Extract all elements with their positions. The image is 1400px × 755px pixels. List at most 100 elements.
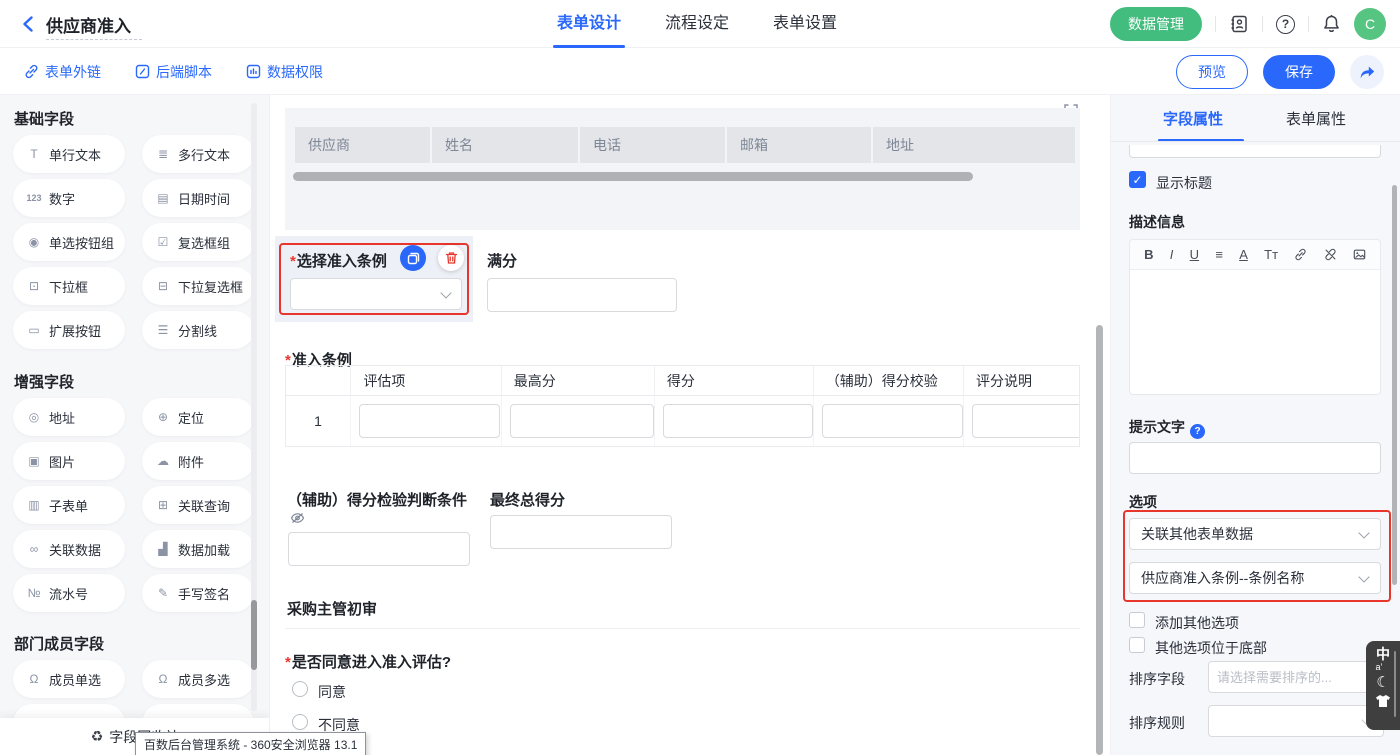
sidebar-scrollbar-thumb[interactable] xyxy=(251,600,257,670)
rule-check-input[interactable] xyxy=(822,404,963,438)
chevron-down-icon xyxy=(1358,571,1369,582)
field-image[interactable]: ▣图片 xyxy=(13,442,125,480)
canvas-vertical-scrollbar[interactable] xyxy=(1096,325,1103,755)
contacts-book-icon[interactable] xyxy=(1229,14,1249,34)
option-source-dropdown[interactable]: 关联其他表单数据 xyxy=(1129,518,1381,550)
divider xyxy=(1308,16,1309,32)
copy-field-button[interactable] xyxy=(400,245,426,271)
select-rule-dropdown[interactable] xyxy=(290,278,462,310)
notification-bell-icon[interactable] xyxy=(1322,14,1341,34)
add-other-option-checkbox[interactable] xyxy=(1129,612,1145,628)
night-mode-moon-icon[interactable]: ☾ xyxy=(1376,674,1389,692)
field-extend-button[interactable]: ▭扩展按钮 xyxy=(13,311,125,349)
field-dropdown-multi[interactable]: ⊟下拉复选框 xyxy=(142,267,254,305)
insert-link-icon[interactable] xyxy=(1294,248,1307,261)
italic-icon[interactable]: I xyxy=(1170,248,1174,261)
radio-disagree[interactable] xyxy=(292,714,308,730)
backend-script-link[interactable]: 后端脚本 xyxy=(135,62,212,82)
rule-col-item: 评估项 xyxy=(351,366,501,395)
delete-field-button[interactable] xyxy=(438,245,464,271)
field-single-line-text[interactable]: T单行文本 xyxy=(13,135,125,173)
bold-icon[interactable]: B xyxy=(1144,248,1153,261)
share-button[interactable] xyxy=(1350,55,1384,89)
row-number: 1 xyxy=(286,396,350,447)
field-attachment[interactable]: ☁附件 xyxy=(142,442,254,480)
form-canvas: 供应商 姓名 电话 邮箱 地址 选择准入条例 满分 准入条例 xyxy=(270,95,1110,755)
description-label: 描述信息 xyxy=(1129,212,1185,232)
field-multi-line-text[interactable]: ≣多行文本 xyxy=(142,135,254,173)
radio-agree[interactable] xyxy=(292,681,308,697)
translate-latin-icon[interactable]: a’ xyxy=(1375,663,1382,672)
font-size-icon[interactable]: Tт xyxy=(1264,248,1278,261)
divider xyxy=(1262,16,1263,32)
add-other-option-label: 添加其他选项 xyxy=(1155,613,1239,633)
hint-text-label: 提示文字? xyxy=(1129,417,1205,439)
rule-item-input[interactable] xyxy=(359,404,500,438)
field-data-load[interactable]: ▟数据加载 xyxy=(142,530,254,568)
subform-field-supplier[interactable]: 供应商 姓名 电话 邮箱 地址 xyxy=(285,108,1080,230)
sort-field-label: 排序字段 xyxy=(1129,669,1185,689)
tab-form-properties[interactable]: 表单属性 xyxy=(1286,108,1346,129)
full-score-input[interactable] xyxy=(487,278,677,312)
font-color-icon[interactable]: A xyxy=(1239,248,1248,261)
field-checkbox-group[interactable]: ☑复选框组 xyxy=(142,223,254,261)
underline-icon[interactable]: U xyxy=(1190,248,1199,261)
field-address[interactable]: ◎地址 xyxy=(13,398,125,436)
image-icon: ▣ xyxy=(26,454,42,468)
show-title-checkbox[interactable]: ✓ xyxy=(1129,171,1146,188)
help-icon[interactable]: ? xyxy=(1276,15,1295,34)
hint-text-input[interactable] xyxy=(1129,442,1381,474)
field-signature[interactable]: ✎手写签名 xyxy=(142,574,254,612)
description-rich-editor[interactable]: B I U ≡ A Tт xyxy=(1129,239,1381,395)
field-number[interactable]: 123数字 xyxy=(13,179,125,217)
other-option-bottom-checkbox[interactable] xyxy=(1129,637,1145,653)
back-button[interactable] xyxy=(20,15,38,33)
sort-rule-dropdown[interactable] xyxy=(1208,705,1384,737)
final-score-input[interactable] xyxy=(490,515,672,549)
data-permission-link[interactable]: 数据权限 xyxy=(246,62,323,82)
field-related-data[interactable]: ∞关联数据 xyxy=(13,530,125,568)
subform-horizontal-scrollbar[interactable] xyxy=(293,172,973,181)
user-avatar[interactable]: C xyxy=(1354,8,1386,40)
radio-agree-label[interactable]: 同意 xyxy=(318,682,346,702)
field-radio-group[interactable]: ◉单选按钮组 xyxy=(13,223,125,261)
rule-col-index xyxy=(286,366,351,395)
data-manage-button[interactable]: 数据管理 xyxy=(1110,7,1202,41)
hint-help-icon[interactable]: ? xyxy=(1190,424,1205,439)
aux-condition-input[interactable] xyxy=(288,532,470,566)
field-dropdown[interactable]: ⊡下拉框 xyxy=(13,267,125,305)
field-divider-line[interactable]: ☰分割线 xyxy=(142,311,254,349)
rule-score-input[interactable] xyxy=(663,404,813,438)
panel-scrollbar[interactable] xyxy=(1392,185,1397,585)
rule-table-row: 1 xyxy=(286,396,1079,447)
align-icon[interactable]: ≡ xyxy=(1215,248,1223,261)
radio-icon: ◉ xyxy=(26,235,42,249)
form-toolbar: 表单外链 后端脚本 数据权限 预览 保存 xyxy=(0,48,1400,95)
insert-image-icon[interactable] xyxy=(1353,248,1366,261)
tab-field-properties[interactable]: 字段属性 xyxy=(1163,108,1223,129)
full-score-label: 满分 xyxy=(487,250,517,271)
field-serial-number[interactable]: №流水号 xyxy=(13,574,125,612)
preview-button[interactable]: 预览 xyxy=(1176,55,1248,89)
rule-note-input[interactable] xyxy=(972,404,1080,438)
translate-icon[interactable]: 中 xyxy=(1376,647,1390,661)
field-datetime[interactable]: ▤日期时间 xyxy=(142,179,254,217)
rule-max-input[interactable] xyxy=(510,404,654,438)
tab-form-setting[interactable]: 表单设置 xyxy=(773,0,837,48)
title-input-clipped[interactable] xyxy=(1129,145,1381,158)
app-header: 供应商准入 表单设计 流程设定 表单设置 数据管理 ? C xyxy=(0,0,1400,48)
field-location[interactable]: ⊕定位 xyxy=(142,398,254,436)
tab-flow-setting[interactable]: 流程设定 xyxy=(665,0,729,48)
theme-shirt-icon[interactable] xyxy=(1375,694,1391,708)
tab-form-design[interactable]: 表单设计 xyxy=(557,0,621,48)
sort-field-input[interactable] xyxy=(1208,661,1384,693)
field-member-multi[interactable]: Ω成员多选 xyxy=(142,660,254,698)
option-field-dropdown[interactable]: 供应商准入条例--条例名称 xyxy=(1129,562,1381,594)
form-external-link[interactable]: 表单外链 xyxy=(24,62,101,82)
basic-fields-grid: T单行文本 ≣多行文本 123数字 ▤日期时间 ◉单选按钮组 ☑复选框组 ⊡下拉… xyxy=(13,135,257,349)
field-member-single[interactable]: Ω成员单选 xyxy=(13,660,125,698)
field-related-query[interactable]: ⊞关联查询 xyxy=(142,486,254,524)
field-subform[interactable]: ▥子表单 xyxy=(13,486,125,524)
save-button[interactable]: 保存 xyxy=(1263,55,1335,89)
remove-link-icon[interactable] xyxy=(1324,248,1337,261)
